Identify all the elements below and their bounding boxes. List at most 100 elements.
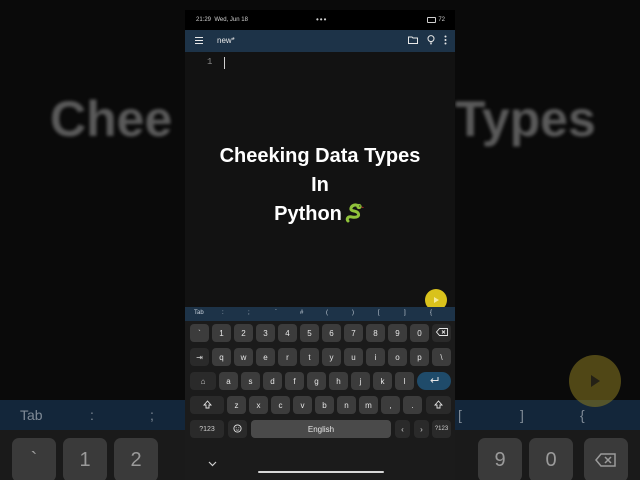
shift-icon	[434, 399, 443, 411]
status-indicators: •••	[316, 15, 328, 24]
status-bar: 21:29 Wed, Jun 18 ••• 72	[185, 10, 455, 30]
key[interactable]: 3	[256, 324, 275, 342]
key[interactable]: .	[403, 396, 422, 414]
symbol-key-semicolon[interactable]: ;	[248, 310, 250, 316]
key[interactable]: b	[315, 396, 334, 414]
symbol-bar: Tab : ; ` # ( ) [ ] {	[185, 307, 455, 321]
key[interactable]: o	[388, 348, 407, 366]
caption-line-1: Cheeking Data Types	[219, 145, 421, 167]
key[interactable]: x	[249, 396, 268, 414]
symbols-key-right[interactable]: ?123	[432, 420, 451, 438]
battery-level: 72	[438, 17, 445, 23]
background-symbol-tab: Tab	[20, 407, 43, 423]
background-backspace-icon	[584, 438, 628, 480]
key[interactable]: 7	[344, 324, 363, 342]
key[interactable]: 4	[278, 324, 297, 342]
key[interactable]: 0	[410, 324, 429, 342]
key[interactable]: z	[227, 396, 246, 414]
symbol-key-lbracket[interactable]: [	[378, 310, 380, 316]
backspace-key[interactable]	[432, 324, 451, 342]
key[interactable]: d	[263, 372, 282, 390]
key[interactable]: 8	[366, 324, 385, 342]
app-bar-actions	[408, 35, 447, 47]
cursor-left-key[interactable]: ‹	[395, 420, 410, 438]
background-key: 9	[478, 438, 522, 480]
key[interactable]: w	[234, 348, 253, 366]
key[interactable]: 9	[388, 324, 407, 342]
key[interactable]: j	[351, 372, 370, 390]
key[interactable]: \	[432, 348, 451, 366]
video-caption: Cheeking Data Types In Python	[185, 142, 455, 229]
caps-lock-key[interactable]: ⌂	[190, 372, 216, 390]
shift-icon	[202, 399, 212, 411]
symbol-key-rbracket[interactable]: ]	[404, 310, 406, 316]
key[interactable]: c	[271, 396, 290, 414]
background-play-icon	[569, 355, 621, 407]
key[interactable]: n	[337, 396, 356, 414]
symbol-key-lparen[interactable]: (	[326, 310, 328, 316]
key[interactable]: ,	[381, 396, 400, 414]
key[interactable]: f	[285, 372, 304, 390]
key[interactable]: 5	[300, 324, 319, 342]
space-bar[interactable]: English	[251, 420, 391, 438]
key[interactable]: l	[395, 372, 414, 390]
caption-line-3-row: Python	[185, 200, 455, 229]
key[interactable]: p	[410, 348, 429, 366]
key[interactable]: g	[307, 372, 326, 390]
symbol-key-rparen[interactable]: )	[352, 310, 354, 316]
key[interactable]: r	[278, 348, 297, 366]
symbol-key-lbrace[interactable]: {	[430, 310, 432, 316]
chevron-down-icon[interactable]	[208, 459, 217, 469]
key[interactable]: u	[344, 348, 363, 366]
key[interactable]: 2	[234, 324, 253, 342]
folder-icon[interactable]	[408, 36, 418, 46]
key[interactable]: h	[329, 372, 348, 390]
navigation-bar	[185, 455, 455, 480]
symbol-key-backtick[interactable]: `	[275, 310, 277, 316]
key[interactable]: k	[373, 372, 392, 390]
emoji-key[interactable]	[228, 420, 247, 438]
cursor-right-key[interactable]: ›	[414, 420, 429, 438]
status-bar-left: 21:29 Wed, Jun 18	[196, 17, 248, 23]
key[interactable]: 1	[212, 324, 231, 342]
symbols-key[interactable]: ?123	[190, 420, 224, 438]
more-vert-icon[interactable]	[444, 35, 447, 47]
home-gesture-bar[interactable]	[258, 471, 384, 473]
hamburger-menu-icon[interactable]	[195, 37, 203, 44]
background-symbol-lbrace: {	[580, 407, 585, 423]
key[interactable]: s	[241, 372, 260, 390]
enter-key[interactable]	[417, 372, 451, 390]
symbol-key-colon[interactable]: :	[222, 310, 224, 316]
shift-right-key[interactable]	[426, 396, 451, 414]
key[interactable]: a	[219, 372, 238, 390]
status-date: Wed, Jun 18	[214, 17, 248, 23]
file-title: new*	[217, 36, 235, 45]
key[interactable]: `	[190, 324, 209, 342]
symbol-key-hash[interactable]: #	[300, 310, 303, 316]
caption-line-2: In	[311, 174, 329, 196]
background-symbol-lbracket: [	[458, 407, 462, 423]
line-number: 1	[207, 57, 213, 67]
key[interactable]: t	[300, 348, 319, 366]
key[interactable]: i	[366, 348, 385, 366]
tab-key[interactable]: ⇥	[190, 348, 209, 366]
key[interactable]: e	[256, 348, 275, 366]
snake-icon	[344, 202, 366, 224]
key[interactable]: 6	[322, 324, 341, 342]
battery-icon	[427, 17, 437, 23]
key[interactable]: q	[212, 348, 231, 366]
symbol-key-tab[interactable]: Tab	[194, 310, 204, 316]
lightbulb-icon[interactable]	[427, 35, 435, 47]
key[interactable]: v	[293, 396, 312, 414]
background-key: 1	[63, 438, 107, 480]
app-bar: new*	[185, 30, 455, 52]
backspace-icon	[435, 328, 448, 338]
emoji-icon	[233, 423, 242, 435]
key[interactable]: y	[322, 348, 341, 366]
shift-left-key[interactable]	[190, 396, 224, 414]
background-symbol-rbracket: ]	[520, 407, 524, 423]
background-title-left: Chee	[50, 91, 173, 147]
background-title-right: Types	[455, 91, 596, 147]
key[interactable]: m	[359, 396, 378, 414]
phone-screen: 21:29 Wed, Jun 18 ••• 72 new* 1 Cheeking…	[185, 10, 455, 480]
